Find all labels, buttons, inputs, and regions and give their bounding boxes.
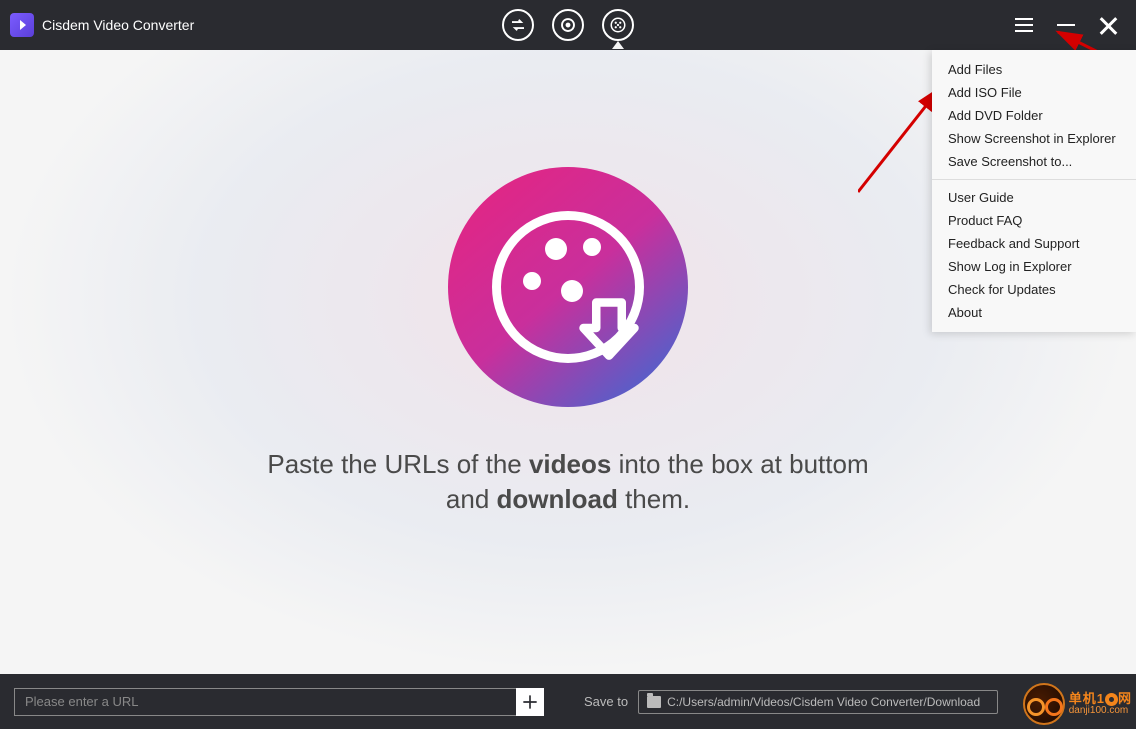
hint-bold: download <box>497 484 618 514</box>
menu-item[interactable]: Show Log in Explorer <box>932 255 1136 278</box>
download-hero-icon <box>448 167 688 407</box>
titlebar: Cisdem Video Converter <box>0 0 1136 50</box>
hint-bold: videos <box>529 449 611 479</box>
add-url-button[interactable] <box>516 688 544 716</box>
menu-item[interactable]: Add Files <box>932 58 1136 81</box>
save-to-group: Save to C:/Users/admin/Videos/Cisdem Vid… <box>584 690 998 714</box>
menu-item[interactable]: Feedback and Support <box>932 232 1136 255</box>
menu-button[interactable] <box>1014 15 1034 35</box>
url-input-group <box>14 688 544 716</box>
app-icon <box>10 13 34 37</box>
hint-part: them. <box>618 484 690 514</box>
hint-part: Paste the URLs of the <box>267 449 529 479</box>
rip-tab-icon[interactable] <box>552 9 584 41</box>
menu-item[interactable]: Show Screenshot in Explorer <box>932 127 1136 150</box>
watermark-url: danji100.com <box>1069 706 1132 716</box>
hint-part: into the box at buttom <box>611 449 868 479</box>
save-path-box[interactable]: C:/Users/admin/Videos/Cisdem Video Conve… <box>638 690 998 714</box>
titlebar-left: Cisdem Video Converter <box>0 13 194 37</box>
menu-item[interactable]: User Guide <box>932 186 1136 209</box>
menu-separator <box>932 179 1136 180</box>
download-arrow-icon <box>575 294 643 362</box>
menu-item[interactable]: Product FAQ <box>932 209 1136 232</box>
hint-part: and <box>446 484 497 514</box>
download-tab-icon[interactable] <box>602 9 634 41</box>
save-path-text: C:/Users/admin/Videos/Cisdem Video Conve… <box>667 695 980 709</box>
folder-icon <box>647 696 661 708</box>
app-title: Cisdem Video Converter <box>42 17 194 33</box>
url-input[interactable] <box>14 688 516 716</box>
main-menu-dropdown: Add FilesAdd ISO FileAdd DVD FolderShow … <box>932 50 1136 332</box>
watermark-icon <box>1023 683 1065 725</box>
save-to-label: Save to <box>584 694 628 709</box>
footer: Save to C:/Users/admin/Videos/Cisdem Vid… <box>0 674 1136 729</box>
menu-item[interactable]: About <box>932 301 1136 324</box>
watermark-brand: 单机1网 <box>1069 692 1132 706</box>
menu-item[interactable]: Add DVD Folder <box>932 104 1136 127</box>
watermark: 单机1网 danji100.com <box>1023 683 1132 725</box>
menu-item[interactable]: Check for Updates <box>932 278 1136 301</box>
mode-tabs <box>502 9 634 41</box>
menu-item[interactable]: Save Screenshot to... <box>932 150 1136 173</box>
hint-text: Paste the URLs of the videos into the bo… <box>267 447 868 517</box>
menu-item[interactable]: Add ISO File <box>932 81 1136 104</box>
convert-tab-icon[interactable] <box>502 9 534 41</box>
